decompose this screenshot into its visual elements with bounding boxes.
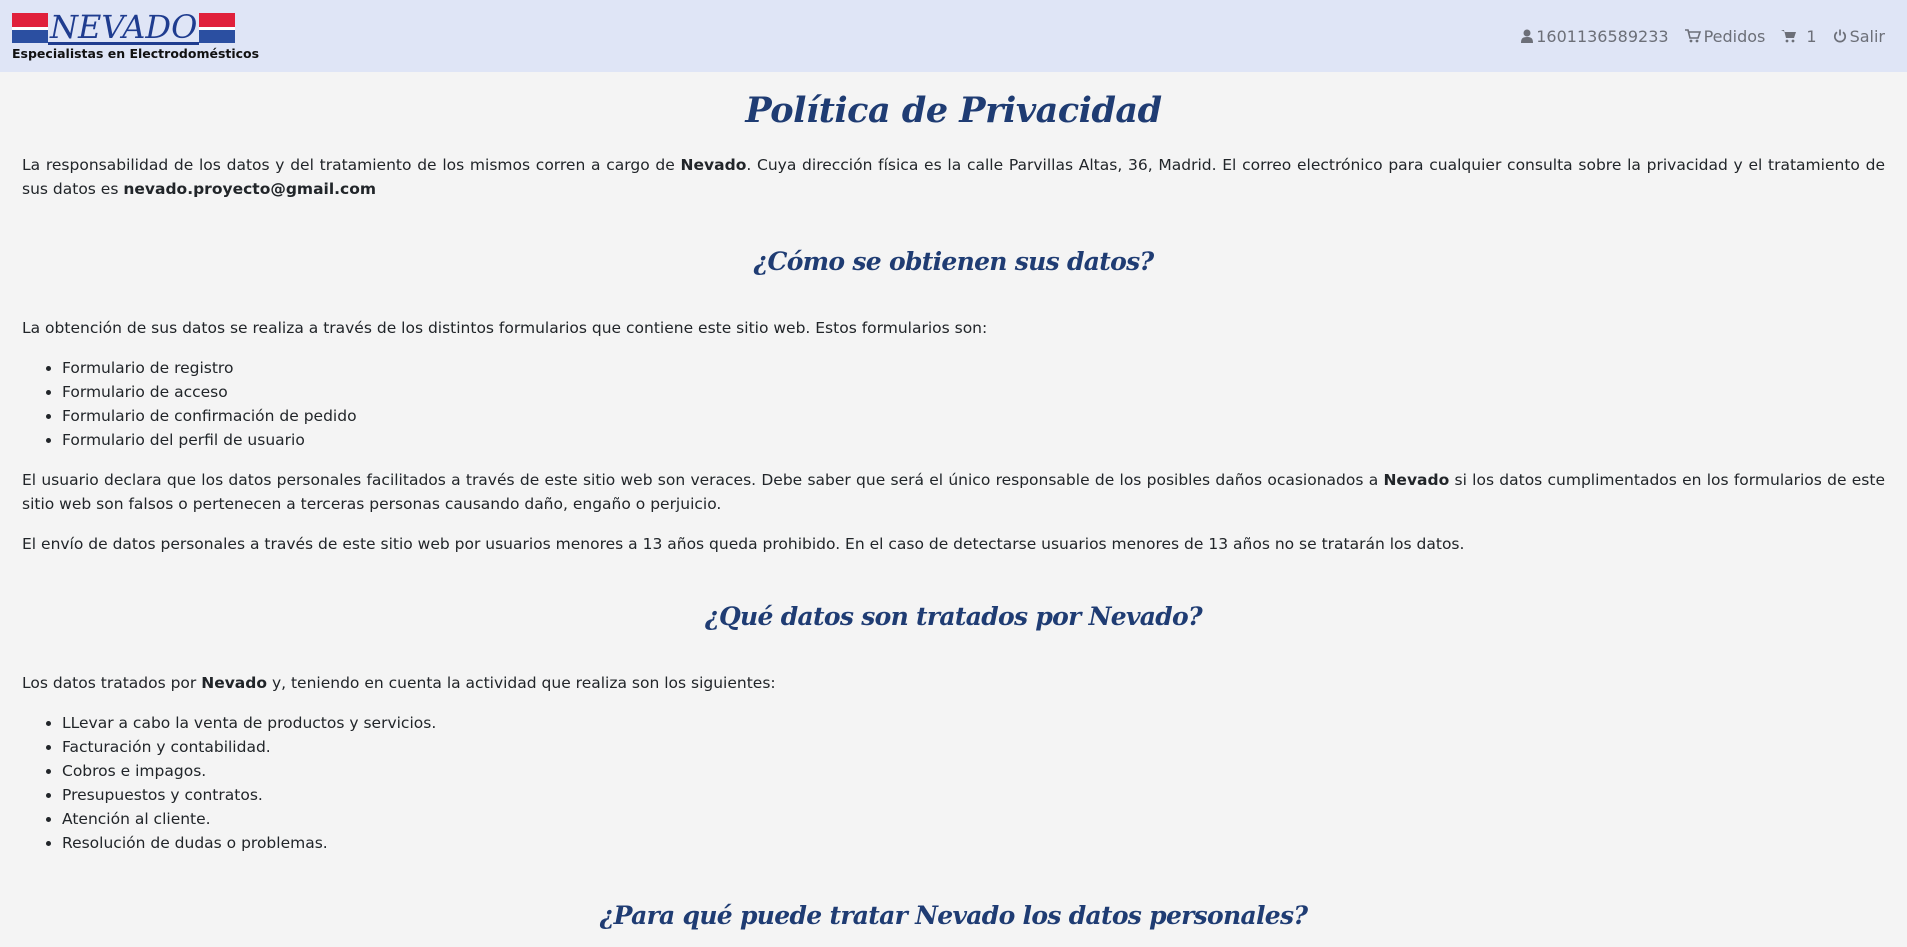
list-item: Formulario de registro [62,356,1885,380]
power-icon [1833,29,1847,43]
list-item: Formulario de confirmación de pedido [62,404,1885,428]
list-item: Facturación y contabilidad. [62,735,1885,759]
forms-list: Formulario de registro Formulario de acc… [22,356,1885,452]
lead-text-2: y, teniendo en cuenta la actividad que r… [267,674,776,692]
cart-link[interactable]: 1 [1781,26,1817,46]
logout-label: Salir [1849,26,1885,46]
logo-flag-left [12,13,48,43]
user-icon [1521,29,1534,43]
section2-lead: Los datos tratados por Nevado y, teniend… [22,671,1885,695]
intro-paragraph: La responsabilidad de los datos y del tr… [22,153,1885,201]
company-name: Nevado [1383,471,1450,489]
list-item: Atención al cliente. [62,807,1885,831]
logo-tagline: Especialistas en Electrodomésticos [12,46,260,61]
company-name: Nevado [680,156,747,174]
orders-label: Pedidos [1703,26,1766,46]
privacy-content: Política de Privacidad La responsabilida… [0,72,1907,930]
logout-link[interactable]: Salir [1833,27,1885,46]
list-item: Cobros e impagos. [62,759,1885,783]
brand-logo[interactable]: NEVADO Especialistas en Electrodoméstico… [12,11,260,61]
user-id-label: 1601136589233 [1536,26,1669,46]
list-item: LLevar a cabo la venta de productos y se… [62,711,1885,735]
cart-count: 1 [1806,26,1817,46]
list-item: Presupuestos y contratos. [62,783,1885,807]
section-heading-purpose: ¿Para qué puede tratar Nevado los datos … [599,901,1308,930]
orders-cart-icon [1684,29,1701,43]
intro-text-1: La responsabilidad de los datos y del tr… [22,156,681,174]
logo-mark: NEVADO [12,11,244,45]
contact-email: nevado.proyecto@gmail.com [123,180,377,198]
veracity-text-1: El usuario declara que los datos persona… [22,471,1384,489]
logo-wordmark: NEVADO [48,7,200,46]
list-item: Formulario del perfil de usuario [62,428,1885,452]
list-item: Resolución de dudas o problemas. [62,831,1885,855]
company-name: Nevado [201,674,268,692]
user-nav: 1601136589233 Pedidos 1 Salir [1521,27,1885,46]
page-title: Política de Privacidad [745,90,1162,131]
section1-lead: La obtención de sus datos se realiza a t… [22,319,988,337]
cart-icon [1781,29,1797,43]
orders-link[interactable]: Pedidos [1684,26,1766,46]
section-heading-what-data: ¿Qué datos son tratados por Nevado? [705,602,1203,631]
logo-flag-right [199,13,236,43]
list-item: Formulario de acceso [62,380,1885,404]
section-heading-how-obtained: ¿Cómo se obtienen sus datos? [753,247,1155,276]
lead-text-1: Los datos tratados por [22,674,202,692]
section1-paragraph-minors: El envío de datos personales a través de… [22,535,1465,553]
data-uses-list: LLevar a cabo la venta de productos y se… [22,711,1885,855]
user-account-link[interactable]: 1601136589233 [1521,26,1669,46]
top-navbar: NEVADO Especialistas en Electrodoméstico… [0,0,1907,72]
section1-paragraph-veracity: El usuario declara que los datos persona… [22,468,1885,516]
